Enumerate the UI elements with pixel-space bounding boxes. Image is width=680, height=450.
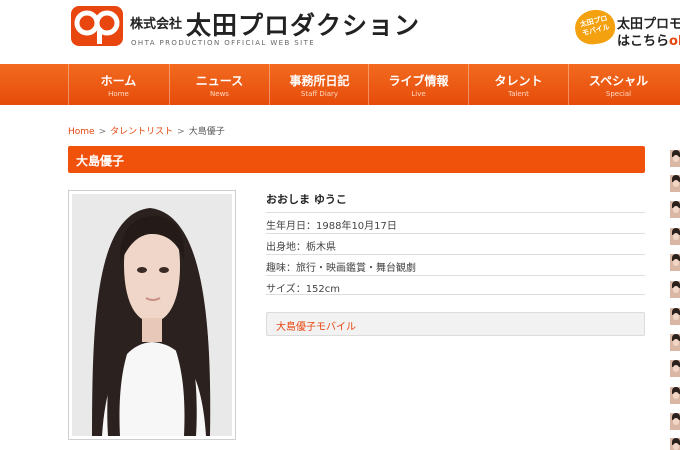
- nav-sublabel: News: [210, 90, 229, 98]
- profile-row-hobby: 趣味：旅行・映画鑑賞・舞台観劇: [266, 254, 645, 274]
- side-thumbnail[interactable]: [670, 360, 680, 377]
- logo-company-name[interactable]: 太田プロダクション: [186, 6, 420, 42]
- talent-mobile-link-label: 大島優子モバイル: [276, 322, 356, 333]
- side-thumbnail[interactable]: [670, 201, 680, 218]
- nav-label: ライブ情報: [388, 74, 449, 88]
- breadcrumb-separator: >: [98, 127, 107, 137]
- promo-line2-accent: ohta: [669, 34, 680, 49]
- talent-title-bar: 大島優子: [68, 146, 645, 173]
- talent-name-kana: おおしま ゆうこ: [266, 193, 347, 206]
- nav-item-staff-diary[interactable]: 事務所日記 Staff Diary: [269, 64, 369, 105]
- nav-label: スペシャル: [588, 74, 649, 88]
- mobile-promo-badge-icon[interactable]: 太田プロ モバイル: [572, 7, 618, 47]
- breadcrumb-separator: >: [177, 127, 185, 137]
- promo-badge-text: 太田プロ モバイル: [579, 14, 611, 38]
- nav-item-talent[interactable]: タレント Talent: [468, 64, 568, 105]
- side-thumbnail[interactable]: [670, 413, 680, 430]
- side-thumbnail[interactable]: [670, 387, 680, 404]
- side-thumbnail[interactable]: [670, 308, 680, 325]
- profile-row-size: サイズ：152cm: [266, 275, 645, 295]
- nav-sublabel: Live: [411, 90, 426, 98]
- side-thumbnail[interactable]: [670, 254, 680, 271]
- side-thumbnail[interactable]: [670, 281, 680, 298]
- side-thumbnail[interactable]: [670, 150, 680, 167]
- logo-company-type: 株式会社: [130, 17, 183, 32]
- nav-label: 事務所日記: [289, 74, 350, 88]
- talent-photo: [68, 190, 236, 440]
- nav-sublabel: Home: [108, 90, 129, 98]
- talent-mobile-link[interactable]: 大島優子モバイル: [266, 312, 645, 336]
- side-thumbnail[interactable]: [670, 438, 680, 450]
- promo-text-line2[interactable]: はこちらohta: [617, 30, 680, 49]
- side-thumbnail[interactable]: [670, 228, 680, 245]
- site-header: 株式会社 太田プロダクション OHTA PRODUCTION OFFICIAL …: [0, 0, 680, 64]
- nav-item-news[interactable]: ニュース News: [169, 64, 269, 105]
- logo-subtitle: OHTA PRODUCTION OFFICIAL WEB SITE: [131, 39, 316, 47]
- nav-item-home[interactable]: ホーム Home: [68, 64, 168, 105]
- nav-label: ニュース: [195, 74, 244, 88]
- profile-row-birthday: 生年月日：1988年10月17日: [266, 212, 645, 232]
- nav-label: ホーム: [100, 74, 137, 88]
- nav-label: タレント: [494, 74, 543, 88]
- breadcrumb-home-link[interactable]: Home: [68, 127, 95, 137]
- nav-item-live[interactable]: ライブ情報 Live: [368, 64, 468, 105]
- promo-line2-prefix: はこちら: [617, 34, 670, 49]
- nav-item-special[interactable]: スペシャル Special: [568, 64, 668, 105]
- main-nav: ホーム Home ニュース News 事務所日記 Staff Diary ライブ…: [0, 64, 680, 105]
- breadcrumb-talent-list-link[interactable]: タレントリスト: [110, 127, 173, 137]
- nav-sublabel: Special: [605, 90, 632, 98]
- side-thumbnail[interactable]: [670, 175, 680, 192]
- profile-row-birthplace: 出身地：栃木県: [266, 233, 645, 253]
- breadcrumb: Home > タレントリスト > 大島優子: [68, 124, 225, 137]
- ohta-logo-icon[interactable]: [71, 6, 123, 46]
- nav-sublabel: Talent: [508, 90, 529, 98]
- side-thumbnail[interactable]: [670, 334, 680, 351]
- breadcrumb-current: 大島優子: [188, 127, 225, 137]
- talent-name-title: 大島優子: [76, 154, 125, 168]
- nav-sublabel: Staff Diary: [300, 90, 339, 98]
